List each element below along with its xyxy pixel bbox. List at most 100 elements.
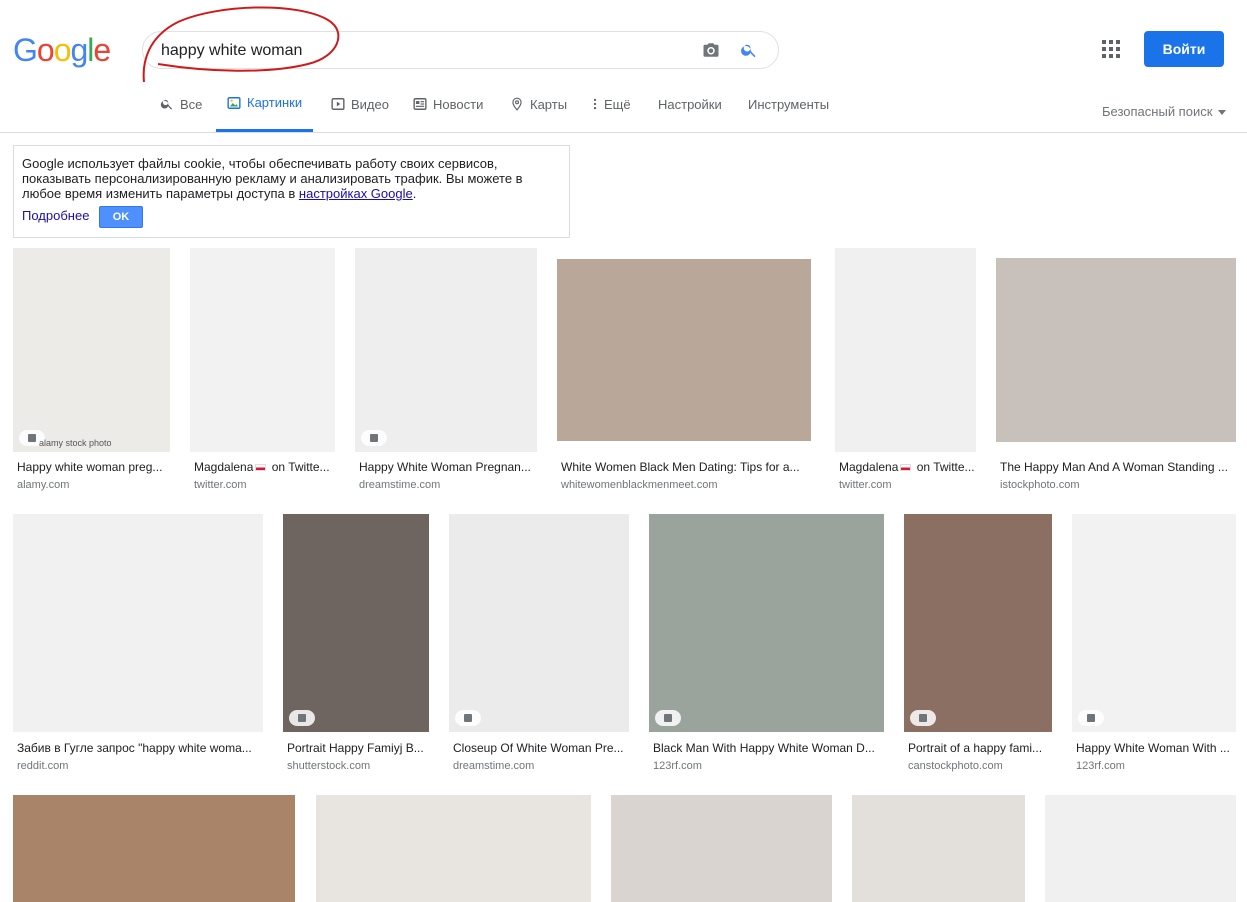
result-title[interactable]: Happy White Woman With ...	[1076, 741, 1236, 755]
video-icon	[331, 98, 345, 110]
result-title[interactable]: Забив в Гугле запрос "happy white woma..…	[17, 741, 263, 755]
result-thumbnail[interactable]	[13, 514, 263, 732]
tab-label: Видео	[351, 96, 389, 112]
signin-button[interactable]: Войти	[1144, 31, 1224, 67]
result-thumbnail[interactable]	[1072, 514, 1236, 732]
thumbnail-caption: alamy stock photo	[39, 438, 112, 448]
image-icon	[289, 710, 315, 726]
result-source: reddit.com	[17, 760, 69, 772]
image-icon	[910, 710, 936, 726]
tab-news[interactable]: Новости	[413, 76, 483, 132]
logo-letter: g	[70, 32, 88, 68]
result-title[interactable]: Happy white woman preg...	[17, 460, 170, 474]
tab-tools[interactable]: Инструменты	[748, 76, 829, 132]
header: Google happy white woman Войти	[0, 0, 1247, 83]
result-thumbnail[interactable]	[557, 259, 811, 441]
result-title[interactable]: Magdalena on Twitte...	[839, 460, 976, 474]
tab-images[interactable]: Картинки	[216, 76, 314, 132]
image-icon	[361, 430, 387, 446]
tab-label: Ещё	[604, 96, 631, 112]
result-thumbnail[interactable]	[13, 795, 295, 902]
result-thumbnail[interactable]	[449, 514, 629, 732]
result-thumbnail[interactable]	[13, 248, 170, 452]
logo-letter: e	[93, 32, 111, 68]
result-thumbnail[interactable]	[1045, 795, 1236, 902]
cookie-text: Google использует файлы cookie, чтобы об…	[22, 156, 547, 201]
result-title[interactable]: White Women Black Men Dating: Tips for a…	[561, 460, 811, 474]
image-icon	[455, 710, 481, 726]
result-thumbnail[interactable]	[316, 795, 591, 902]
result-thumbnail[interactable]	[649, 514, 884, 732]
result-source: istockphoto.com	[1000, 479, 1080, 491]
result-thumbnail[interactable]	[190, 248, 335, 452]
learn-more-link[interactable]: Подробнее	[22, 208, 89, 223]
result-source: whitewomenblackmenmeet.com	[561, 479, 718, 491]
logo-letter: o	[36, 32, 55, 68]
result-thumbnail[interactable]	[283, 514, 429, 732]
result-source: dreamstime.com	[453, 760, 535, 772]
apps-grid-icon[interactable]	[1102, 40, 1120, 58]
result-title[interactable]: Happy White Woman Pregnan...	[359, 460, 537, 474]
camera-icon[interactable]	[702, 41, 720, 59]
tab-label: Картинки	[247, 95, 303, 110]
search-input[interactable]: happy white woman	[161, 42, 302, 60]
news-icon	[413, 98, 427, 110]
more-vert-icon	[593, 98, 597, 110]
result-title-text: Magdalena	[839, 460, 899, 474]
result-source: shutterstock.com	[287, 760, 371, 772]
result-title[interactable]: Black Man With Happy White Woman D...	[653, 741, 884, 755]
result-title-text: Magdalena	[194, 460, 254, 474]
tag-icon	[655, 710, 681, 726]
result-thumbnail[interactable]	[355, 248, 537, 452]
result-title-text: on Twitte...	[268, 460, 330, 474]
result-title[interactable]: Closeup Of White Woman Pre...	[453, 741, 629, 755]
map-pin-icon	[512, 97, 522, 111]
search-tabs: Все Картинки Видео Новости Карты Ещё Нас…	[0, 76, 1247, 133]
result-title-text: on Twitte...	[913, 460, 975, 474]
tab-settings[interactable]: Настройки	[658, 76, 722, 132]
poland-flag-icon	[255, 464, 267, 472]
result-title[interactable]: Magdalena on Twitte...	[194, 460, 335, 474]
cookie-text-body: Google использует файлы cookie, чтобы об…	[22, 156, 523, 201]
safe-search-dropdown[interactable]: Безопасный поиск	[1102, 104, 1227, 119]
tab-more[interactable]: Ещё	[592, 76, 631, 132]
ok-button[interactable]: OK	[99, 206, 143, 228]
cookie-notice: Google использует файлы cookie, чтобы об…	[13, 145, 570, 238]
search-box[interactable]: happy white woman	[142, 31, 779, 69]
result-thumbnail[interactable]	[852, 795, 1025, 902]
tab-all[interactable]: Все	[160, 76, 202, 132]
result-source: canstockphoto.com	[908, 760, 1003, 772]
google-logo[interactable]: Google	[13, 30, 111, 70]
tab-label: Все	[180, 96, 203, 112]
tab-video[interactable]: Видео	[331, 76, 389, 132]
result-title[interactable]: The Happy Man And A Woman Standing ...	[1000, 460, 1236, 474]
result-thumbnail[interactable]	[996, 258, 1236, 442]
result-title[interactable]: Portrait Happy Famiyj B...	[287, 741, 429, 755]
search-icon	[160, 99, 173, 110]
tab-label: Инструменты	[748, 96, 830, 112]
result-source: twitter.com	[194, 479, 247, 491]
tab-maps[interactable]: Карты	[510, 76, 567, 132]
result-title[interactable]: Portrait of a happy fami...	[908, 741, 1052, 755]
result-source: alamy.com	[17, 479, 70, 491]
result-source: 123rf.com	[1076, 760, 1125, 772]
result-thumbnail[interactable]	[611, 795, 832, 902]
image-icon	[227, 96, 241, 109]
result-thumbnail[interactable]	[835, 248, 976, 452]
google-settings-link[interactable]: настройках Google	[299, 186, 413, 201]
tab-label: Карты	[530, 96, 568, 112]
cookie-text-end: .	[412, 186, 417, 201]
tag-icon	[1078, 710, 1104, 726]
result-thumbnail[interactable]	[904, 514, 1052, 732]
result-source: dreamstime.com	[359, 479, 441, 491]
result-source: twitter.com	[839, 479, 892, 491]
logo-letter: o	[53, 32, 72, 68]
tab-label: Настройки	[658, 96, 722, 112]
result-source: 123rf.com	[653, 760, 702, 772]
caret-down-icon	[1218, 110, 1227, 116]
logo-letter: G	[13, 32, 38, 68]
tab-label: Новости	[433, 96, 484, 112]
safe-search-label: Безопасный поиск	[1102, 104, 1213, 119]
poland-flag-icon	[900, 464, 912, 472]
search-icon[interactable]	[740, 41, 758, 59]
